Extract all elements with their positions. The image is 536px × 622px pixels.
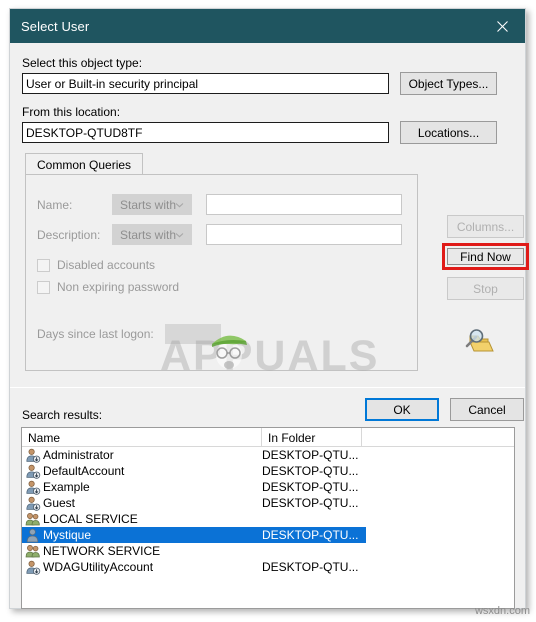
user-account-icon [26, 448, 41, 463]
common-queries-panel: Name: Starts with Description: Starts wi… [25, 174, 418, 371]
object-type-label: Select this object type: [22, 56, 143, 70]
row-name-text: Guest [43, 496, 76, 510]
user-account-icon [26, 480, 41, 495]
watermark-wsxdn: wsxdn.com [474, 605, 530, 617]
description-operator-value: Starts with [120, 227, 177, 242]
table-row[interactable]: Mystique DESKTOP-QTU... [22, 527, 366, 543]
screenshot-root: Select User Select this object type: Use… [0, 0, 536, 622]
stop-button[interactable]: Stop [447, 277, 524, 300]
from-location-label: From this location: [22, 105, 121, 119]
row-name-text: Mystique [43, 528, 92, 542]
locations-button[interactable]: Locations... [400, 121, 497, 144]
row-name-cell: DefaultAccount [22, 464, 262, 479]
row-name-cell: Example [22, 480, 262, 495]
row-folder-cell: DESKTOP-QTU... [262, 496, 359, 510]
days-since-logon-label: Days since last logon: [37, 327, 154, 341]
name-operator-select[interactable]: Starts with [112, 194, 192, 215]
divider [10, 387, 525, 388]
list-rows: Administrator DESKTOP-QTU... DefaultAccoun… [22, 447, 514, 575]
table-row[interactable]: Example DESKTOP-QTU... [22, 479, 514, 495]
user-plain-icon [26, 528, 39, 542]
row-name-text: LOCAL SERVICE [43, 512, 138, 526]
user-account-icon [26, 464, 41, 479]
row-folder-cell: DESKTOP-QTU... [262, 448, 359, 462]
non-expiring-password-label: Non expiring password [57, 280, 180, 294]
description-filter-input[interactable] [206, 224, 402, 245]
row-folder-cell: DESKTOP-QTU... [262, 480, 359, 494]
search-results-label: Search results: [22, 408, 103, 422]
table-row[interactable]: LOCAL SERVICE [22, 511, 514, 527]
row-name-cell: Mystique [22, 528, 262, 543]
dialog-titlebar: Select User [10, 9, 525, 43]
row-folder-cell: DESKTOP-QTU... [262, 528, 359, 542]
column-header-spacer[interactable] [362, 428, 514, 447]
row-folder-cell: DESKTOP-QTU... [262, 464, 359, 478]
row-name-cell: Administrator [22, 448, 262, 463]
dialog-body: Select this object type: User or Built-i… [10, 43, 529, 609]
table-row[interactable]: NETWORK SERVICE [22, 543, 514, 559]
name-operator-value: Starts with [120, 197, 177, 212]
find-now-button[interactable]: Find Now [447, 248, 524, 265]
disabled-accounts-row[interactable]: Disabled accounts [37, 258, 155, 272]
chevron-down-icon [175, 232, 184, 237]
table-row[interactable]: Administrator DESKTOP-QTU... [22, 447, 514, 463]
object-types-button[interactable]: Object Types... [400, 72, 497, 95]
row-name-text: WDAGUtilityAccount [43, 560, 154, 574]
name-filter-input[interactable] [206, 194, 402, 215]
row-name-text: DefaultAccount [43, 464, 125, 478]
table-row[interactable]: Guest DESKTOP-QTU... [22, 495, 514, 511]
row-name-cell: Guest [22, 496, 262, 511]
column-header-in-folder[interactable]: In Folder [262, 428, 362, 447]
table-row[interactable]: WDAGUtilityAccount DESKTOP-QTU... [22, 559, 514, 575]
object-type-input[interactable]: User or Built-in security principal [22, 73, 389, 94]
find-now-highlight: Find Now [442, 243, 529, 270]
select-user-dialog: Select User Select this object type: Use… [9, 8, 529, 609]
magnifier-folder-icon [465, 329, 494, 352]
row-name-cell: LOCAL SERVICE [22, 512, 262, 527]
list-header: Name In Folder [22, 428, 514, 447]
column-header-name[interactable]: Name [22, 428, 262, 447]
description-filter-label: Description: [37, 228, 101, 242]
row-name-text: NETWORK SERVICE [43, 544, 161, 558]
name-filter-label: Name: [37, 198, 73, 212]
table-row[interactable]: DefaultAccount DESKTOP-QTU... [22, 463, 514, 479]
description-operator-select[interactable]: Starts with [112, 224, 192, 245]
tab-common-queries[interactable]: Common Queries [25, 153, 144, 175]
row-name-text: Administrator [43, 448, 114, 462]
row-name-text: Example [43, 480, 90, 494]
ok-button[interactable]: OK [365, 398, 439, 421]
non-expiring-password-row[interactable]: Non expiring password [37, 280, 179, 294]
user-account-icon [26, 496, 41, 511]
columns-button[interactable]: Columns... [447, 215, 524, 238]
row-name-cell: WDAGUtilityAccount [22, 560, 262, 575]
non-expiring-password-checkbox[interactable] [37, 280, 50, 294]
close-glyph [496, 20, 508, 32]
disabled-accounts-checkbox[interactable] [37, 258, 50, 272]
close-icon[interactable] [479, 9, 525, 43]
from-location-input[interactable]: DESKTOP-QTUD8TF [22, 122, 389, 143]
dialog-title: Select User [21, 18, 90, 34]
chevron-down-icon [175, 202, 184, 207]
tabstrip: Common Queries [25, 153, 418, 175]
disabled-accounts-label: Disabled accounts [57, 258, 156, 272]
user-group-icon [25, 512, 40, 525]
search-results-list[interactable]: Name In Folder Administrator DESKTOP-QTU.… [21, 427, 515, 609]
cancel-button[interactable]: Cancel [450, 398, 524, 421]
user-group-icon [25, 544, 40, 557]
user-account-icon [26, 560, 41, 575]
row-folder-cell: DESKTOP-QTU... [262, 560, 359, 574]
row-name-cell: NETWORK SERVICE [22, 544, 262, 559]
days-since-logon-input[interactable] [165, 324, 221, 344]
